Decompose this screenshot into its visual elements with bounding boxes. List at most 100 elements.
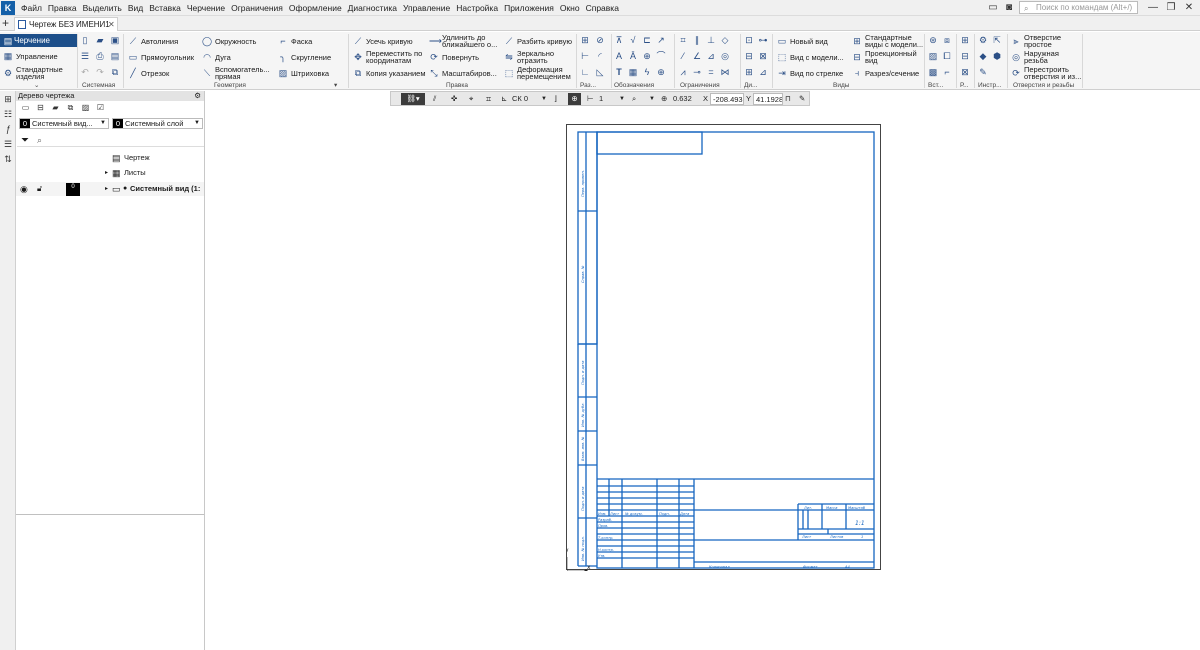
properties-icon[interactable]: ☰ [80, 51, 90, 61]
insert-image-icon[interactable]: ▨ [928, 51, 938, 61]
deform-button[interactable]: ⬚ Деформация перемещением [504, 65, 576, 81]
tree-panel-icon[interactable]: ⊞ [3, 94, 13, 104]
segment-button[interactable]: ╱ Отрезок [128, 67, 169, 79]
tree-network-icon[interactable]: ⧉ [65, 103, 76, 113]
document-tab[interactable]: Чертеж БЕЗ ИМЕНИ1 ✕ [14, 17, 118, 31]
tree-mode-icon[interactable]: ▭ [20, 103, 31, 113]
lock-icon[interactable]: 🔓︎ [37, 182, 42, 196]
align-icon[interactable]: ⋈ [720, 67, 730, 77]
insert-picture-icon[interactable]: ▩ [928, 67, 938, 77]
fix-point-icon[interactable]: ⌗ [678, 35, 688, 45]
roughness-icon[interactable]: √ [628, 35, 638, 45]
circle-button[interactable]: ◯ Окружность [202, 35, 256, 47]
snap-lines-icon[interactable]: ⫽ [433, 93, 436, 105]
geometry-expand-icon[interactable]: ▾ [334, 81, 337, 90]
snap-point-icon[interactable]: ✜ [451, 93, 457, 105]
tool-cube-icon[interactable]: ⬢ [992, 51, 1002, 61]
menu-settings[interactable]: Настройка [453, 0, 501, 16]
save-icon[interactable]: ▣ [110, 35, 120, 45]
menu-view[interactable]: Вид [125, 0, 146, 16]
copy-properties-icon[interactable]: ⧉ [110, 67, 120, 77]
zoom-window-icon[interactable]: ⌕ [632, 93, 636, 105]
insert-view-icon[interactable]: ⧈ [942, 35, 952, 45]
split-curve-button[interactable]: ⟋ Разбить кривую [504, 35, 572, 47]
variables-panel-icon[interactable]: ƒ [3, 124, 13, 134]
cs-axis-icon[interactable]: ⊾ [501, 93, 507, 105]
category-standard-parts-button[interactable]: ⚙ Стандартные изделия [3, 65, 73, 81]
tree-settings-gear-icon[interactable]: ⚙ [194, 91, 201, 101]
undo-icon[interactable]: ↶ [80, 67, 90, 77]
menu-insert[interactable]: Вставка [146, 0, 184, 16]
horizontal-icon[interactable]: ⊿ [706, 51, 716, 61]
new-view-button[interactable]: ▭ Новый вид [777, 35, 828, 47]
view-from-model-button[interactable]: ⬚ Вид с модели... [777, 51, 844, 63]
grid-icon[interactable]: ⌗ [486, 93, 491, 105]
diag-distance-icon[interactable]: ⊞ [744, 67, 754, 77]
camera-icon[interactable]: ◙ [1001, 1, 1017, 14]
dimension-diameter-icon[interactable]: ⊘ [595, 35, 605, 45]
expand-sheets-icon[interactable]: ▸ [105, 166, 108, 180]
current-view-select[interactable]: 0 Системный вид... ▼ [19, 118, 109, 129]
new-tab-icon[interactable]: + [2, 16, 9, 30]
tool-brush-icon[interactable]: ◆ [978, 51, 988, 61]
menu-window[interactable]: Окно [557, 0, 583, 16]
rebuild-holes-button[interactable]: ⟳ Перестроить отверстия и из... [1011, 65, 1083, 81]
app-logo-icon[interactable]: K [1, 1, 15, 15]
rotate-button[interactable]: ⟳ Повернуть [429, 51, 479, 63]
hatch-button[interactable]: ▨ Штриховка [278, 67, 329, 79]
table-text-icon[interactable]: T [614, 67, 624, 77]
close-tab-icon[interactable]: ✕ [108, 18, 115, 31]
menu-manage[interactable]: Управление [400, 0, 453, 16]
rectangle-button[interactable]: ▭ Прямоугольник [128, 51, 194, 63]
tolerance-icon[interactable]: ⊏ [642, 35, 652, 45]
arrow-view-button[interactable]: ⇥ Вид по стрелке [777, 67, 843, 79]
cs-dropdown-icon[interactable]: ▼ [541, 93, 547, 105]
diag-area-icon[interactable]: ⊟ [744, 51, 754, 61]
text-icon[interactable]: A [614, 51, 624, 61]
autoline-button[interactable]: ⟋ Автолиния [128, 35, 178, 47]
sequence-panel-icon[interactable]: ⇅ [3, 154, 13, 164]
diag-angle-icon[interactable]: ⊿ [758, 67, 768, 77]
diag-info-icon[interactable]: ⊠ [758, 51, 768, 61]
tree-filter-bar[interactable]: ⏷ ⌕ [17, 134, 204, 147]
tree-check-icon[interactable]: ☑ [95, 103, 106, 113]
menu-select[interactable]: Выделить [80, 0, 125, 16]
grid-save-icon[interactable]: ▤ [110, 51, 120, 61]
open-folder-icon[interactable]: ▰ [95, 35, 105, 45]
snap-settings-icon[interactable]: ⌖ [469, 93, 473, 105]
concentric-icon[interactable]: ◎ [720, 51, 730, 61]
menu-edit[interactable]: Правка [45, 0, 80, 16]
y-coordinate-field[interactable]: 41.1928 [753, 93, 783, 105]
arc-button[interactable]: ◠ Дуга [202, 51, 231, 63]
diag-measure-icon[interactable]: ⊶ [758, 35, 768, 45]
chamfer-button[interactable]: ⌐ Фаска [278, 35, 312, 47]
menu-help[interactable]: Справка [583, 0, 622, 16]
tree-layers-icon[interactable]: ▰ [50, 103, 61, 113]
menu-drawing[interactable]: Черчение [184, 0, 228, 16]
coordinate-system-value[interactable]: СК 0 [512, 93, 528, 105]
menu-constraints[interactable]: Ограничения [228, 0, 286, 16]
r-group-icon-1[interactable]: ⊞ [960, 35, 970, 45]
table-icon[interactable]: ▦ [628, 67, 638, 77]
close-icon[interactable]: ✕ [1181, 1, 1197, 14]
dimension-auto-icon[interactable]: ⊞ [580, 35, 590, 45]
expand-system-view-icon[interactable]: ▸ [105, 182, 108, 196]
weld-icon[interactable]: ⌒ [656, 51, 666, 61]
minimize-icon[interactable]: — [1145, 1, 1161, 14]
standard-views-button[interactable]: ⊞ Стандартные виды с модели... [852, 33, 924, 49]
category-manage-button[interactable]: ▦ Управление [3, 50, 58, 62]
r-group-icon-2[interactable]: ⊟ [960, 51, 970, 61]
mirror-button[interactable]: ⇋ Зеркально отразить [504, 49, 574, 65]
insert-object-icon[interactable]: ⧠ [942, 51, 952, 61]
text-box-icon[interactable]: Ā [628, 51, 638, 61]
point-on-curve-icon[interactable]: ⊸ [692, 67, 702, 77]
line-style-value[interactable]: 1 [599, 93, 603, 105]
eyedropper-icon[interactable]: ✎ [799, 93, 805, 105]
collapse-chevron-icon[interactable]: ⌄ [34, 81, 39, 90]
line-style-dropdown-icon[interactable]: ▼ [619, 93, 625, 105]
menu-diagnostics[interactable]: Диагностика [345, 0, 400, 16]
tool-export-icon[interactable]: ⇱ [992, 35, 1002, 45]
collinear-icon[interactable]: ⁄ [678, 51, 688, 61]
tangent-icon[interactable]: ◇ [720, 35, 730, 45]
cs-origin-icon[interactable]: ⌋ [554, 93, 557, 105]
